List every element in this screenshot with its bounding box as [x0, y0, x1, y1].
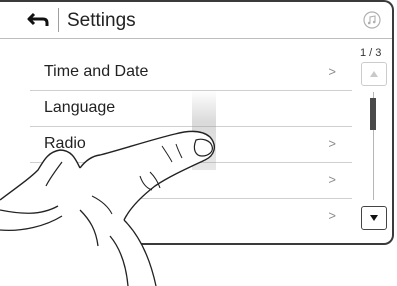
chevron-right-icon: > — [328, 172, 336, 187]
menu-item-label: Time and Date — [44, 63, 149, 80]
menu-item-vehicle[interactable]: hicle > — [30, 162, 352, 199]
menu-item-label: Radio — [44, 135, 86, 152]
menu-item-language[interactable]: Language — [30, 90, 352, 127]
back-button[interactable] — [24, 7, 52, 33]
back-arrow-icon — [27, 12, 49, 26]
menu-item-radio[interactable]: Radio > — [30, 126, 352, 163]
chevron-right-icon: > — [328, 64, 336, 79]
menu-item-label: hicle — [82, 171, 115, 188]
illustration: Settings Time and Date > Language Radio … — [0, 0, 397, 286]
scroll-up-button[interactable] — [361, 62, 387, 86]
scrollbar-thumb[interactable] — [370, 98, 376, 130]
music-note-icon[interactable] — [363, 11, 381, 29]
menu-item-label: Language — [44, 99, 116, 116]
title-divider — [58, 8, 59, 32]
chevron-right-icon: > — [328, 208, 336, 223]
header-bar: Settings — [0, 2, 392, 39]
page-title: Settings — [67, 10, 136, 31]
display-screen: Settings Time and Date > Language Radio … — [0, 0, 394, 245]
touch-highlight — [192, 90, 216, 170]
triangle-up-icon — [370, 71, 378, 77]
menu-item-more[interactable]: > — [30, 198, 352, 234]
triangle-down-icon — [370, 215, 378, 221]
page-indicator: 1 / 3 — [360, 47, 382, 59]
chevron-right-icon: > — [328, 136, 336, 151]
scroll-down-button[interactable] — [361, 206, 387, 230]
menu-item-time-and-date[interactable]: Time and Date > — [30, 54, 352, 91]
